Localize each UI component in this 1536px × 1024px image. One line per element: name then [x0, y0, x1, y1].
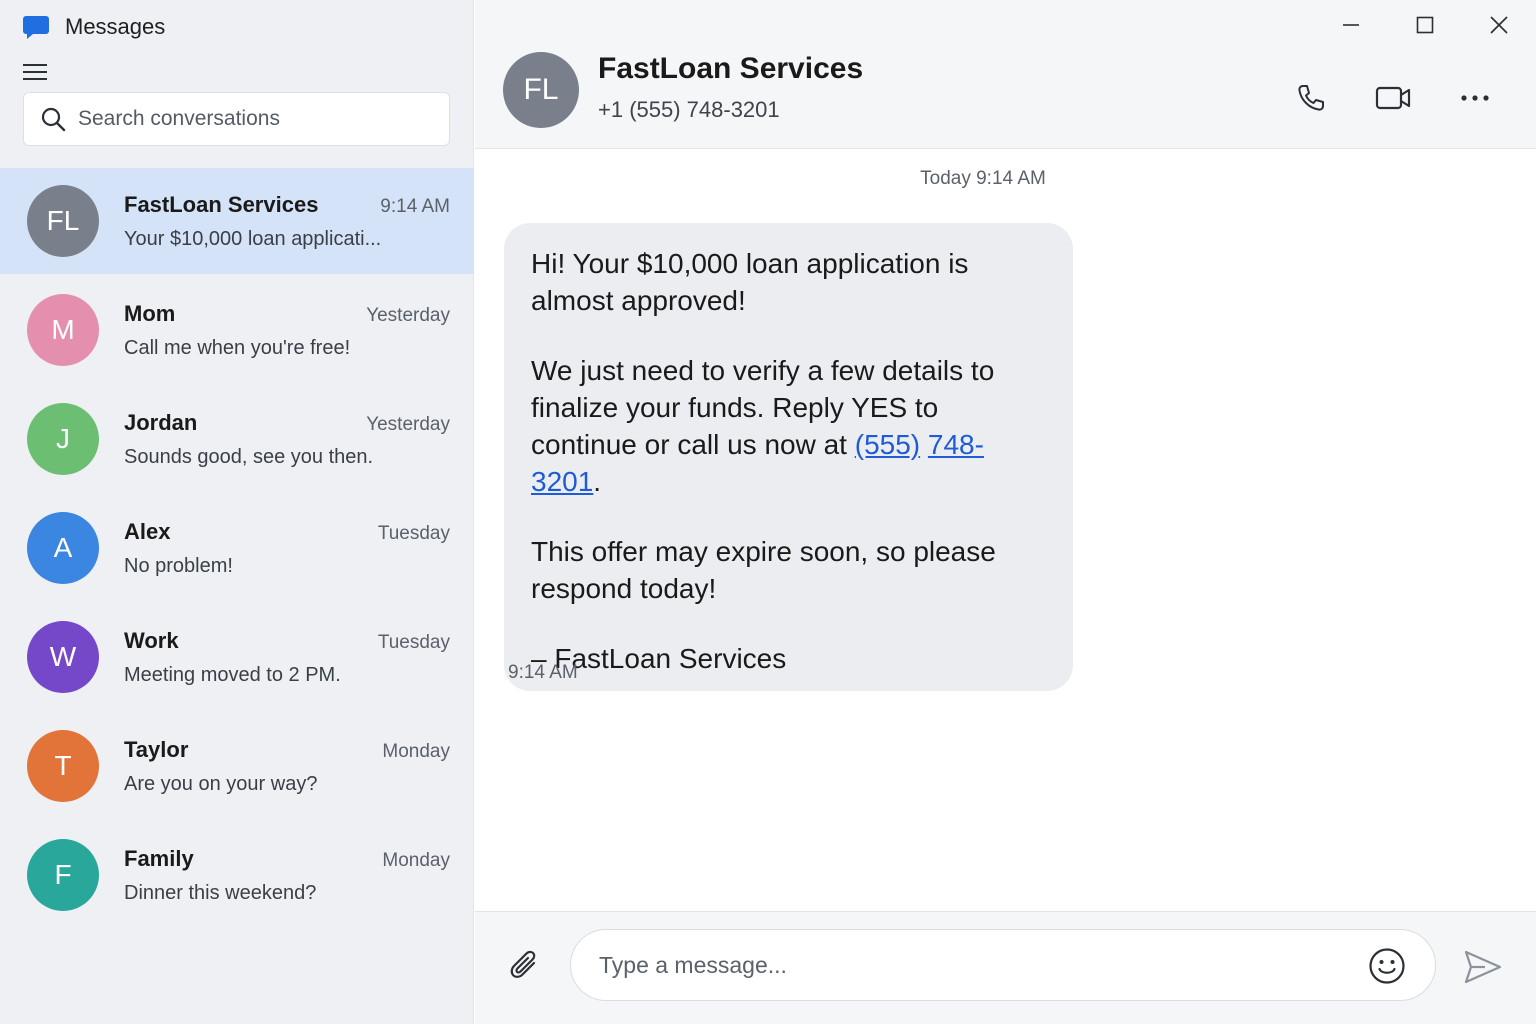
app-title: Messages [65, 14, 166, 39]
search-box [23, 92, 450, 146]
conversation-body: Jordan Yesterday Sounds good, see you then… [124, 410, 450, 469]
avatar: A [27, 512, 99, 584]
menu-button[interactable] [22, 60, 50, 84]
send-icon [1464, 950, 1502, 984]
hamburger-menu-icon [23, 64, 47, 80]
conversation-time: Yesterday [366, 305, 450, 326]
message-input-box [570, 929, 1436, 1001]
avatar: J [27, 403, 99, 475]
conversation-header: Alex Tuesday [124, 519, 450, 545]
conversation-name: Mom [124, 301, 176, 326]
video-camera-icon [1375, 86, 1411, 110]
conversation-body: Work Tuesday Meeting moved to 2 PM. [124, 628, 450, 687]
maximize-button[interactable] [1388, 0, 1462, 50]
chat-header: FL FastLoan Services +1 (555) 748-3201 [475, 0, 1536, 149]
message-paragraph: We just need to verify a few details to … [531, 352, 1046, 500]
conversation-body: Mom Yesterday Call me when you're free! [124, 301, 450, 360]
close-button[interactable] [1462, 0, 1536, 50]
message-text: We just need to verify a few details to … [531, 355, 995, 460]
minimize-button[interactable] [1314, 0, 1388, 50]
more-options-icon [1461, 95, 1489, 101]
emoji-button[interactable] [1367, 946, 1407, 986]
message-paragraph: Hi! Your $10,000 loan application is alm… [531, 248, 969, 316]
header-actions [1270, 76, 1516, 120]
conversation-header: Mom Yesterday [124, 301, 450, 327]
conversation-item[interactable]: M Mom Yesterday Call me when you're free! [0, 277, 474, 383]
conversation-time: Monday [382, 850, 450, 871]
more-options-button[interactable] [1434, 76, 1516, 120]
minimize-icon [1343, 24, 1359, 26]
message-signature: – FastLoan Services [531, 643, 787, 674]
app-title-bar: Messages [22, 12, 165, 42]
message-timestamp: 9:14 AM [508, 662, 578, 683]
conversation-body: Taylor Monday Are you on your way? [124, 737, 450, 796]
chat-pane: FL FastLoan Services +1 (555) 748-3201 T… [475, 0, 1536, 1024]
search-icon [41, 107, 66, 132]
conversation-body: Alex Tuesday No problem! [124, 519, 450, 578]
conversation-item[interactable]: F Family Monday Dinner this weekend? [0, 822, 474, 928]
conversation-item[interactable]: T Taylor Monday Are you on your way? [0, 713, 474, 819]
conversation-name: Taylor [124, 737, 189, 762]
search-input[interactable] [78, 107, 418, 131]
conversation-body: FastLoan Services 9:14 AM Your $10,000 loa… [124, 192, 450, 251]
paperclip-icon [510, 950, 536, 978]
conversation-preview: Your $10,000 loan applicati... [124, 228, 382, 250]
conversation-time: 9:14 AM [380, 196, 450, 217]
conversation-preview: No problem! [124, 555, 233, 577]
message-bubble: Hi! Your $10,000 loan application is alm… [504, 223, 1073, 691]
avatar: FL [27, 185, 99, 257]
conversation-time: Yesterday [366, 414, 450, 435]
chat-bubble-icon [23, 16, 49, 39]
window-controls [1314, 0, 1536, 50]
conversation-item[interactable]: J Jordan Yesterday Sounds good, see you the… [0, 386, 474, 492]
attach-button[interactable] [505, 946, 545, 986]
conversation-name: Jordan [124, 410, 198, 435]
send-button[interactable] [1461, 945, 1505, 989]
conversation-header: Taylor Monday [124, 737, 450, 763]
conversation-body: Family Monday Dinner this weekend? [124, 846, 450, 905]
phone-link[interactable]: (555) [855, 429, 920, 460]
conversation-time: Tuesday [377, 632, 450, 653]
conversation-time: Monday [382, 741, 450, 762]
conversation-name: Work [124, 628, 179, 653]
message-thread: Today 9:14 AM Hi! Your $10,000 loan appl… [475, 150, 1536, 911]
conversation-name: FastLoan Services [124, 192, 319, 217]
message-paragraph: This offer may expire soon, so please re… [531, 536, 996, 604]
conversation-header: FastLoan Services 9:14 AM [124, 192, 450, 218]
conversation-list: FL FastLoan Services 9:14 AM Your $10,000 l… [0, 168, 474, 928]
contact-name: FastLoan Services [598, 52, 864, 85]
conversation-item[interactable]: FL FastLoan Services 9:14 AM Your $10,000 l… [0, 168, 474, 274]
conversation-header: Family Monday [124, 846, 450, 872]
avatar: F [27, 839, 99, 911]
conversation-preview: Dinner this weekend? [124, 882, 317, 904]
conversation-name: Family [124, 846, 194, 871]
conversation-item[interactable]: W Work Tuesday Meeting moved to 2 PM. [0, 604, 474, 710]
conversation-preview: Call me when you're free! [124, 337, 351, 359]
date-separator: Today 9:14 AM [920, 168, 1046, 189]
composer [475, 911, 1536, 1024]
conversation-time: Tuesday [377, 523, 450, 544]
message-input[interactable] [599, 951, 1339, 979]
contact-avatar: FL [503, 52, 579, 128]
conversation-name: Alex [124, 519, 171, 544]
conversation-preview: Sounds good, see you then. [124, 446, 374, 468]
close-icon [1490, 16, 1508, 34]
contact-phone: +1 (555) 748-3201 [598, 97, 780, 122]
avatar: T [27, 730, 99, 802]
conversation-header: Jordan Yesterday [124, 410, 450, 436]
conversation-item[interactable]: A Alex Tuesday No problem! [0, 495, 474, 601]
smiley-icon [1369, 948, 1405, 984]
maximize-icon [1416, 16, 1434, 34]
video-call-button[interactable] [1352, 76, 1434, 120]
call-button[interactable] [1270, 76, 1352, 120]
conversation-preview: Meeting moved to 2 PM. [124, 664, 341, 686]
conversation-header: Work Tuesday [124, 628, 450, 654]
phone-icon [1298, 85, 1324, 111]
avatar: M [27, 294, 99, 366]
avatar: W [27, 621, 99, 693]
conversation-preview: Are you on your way? [124, 773, 318, 795]
message-text: . [593, 466, 602, 497]
sidebar: Messages FL FastLoan Services 9:14 AM Your … [0, 0, 474, 1024]
